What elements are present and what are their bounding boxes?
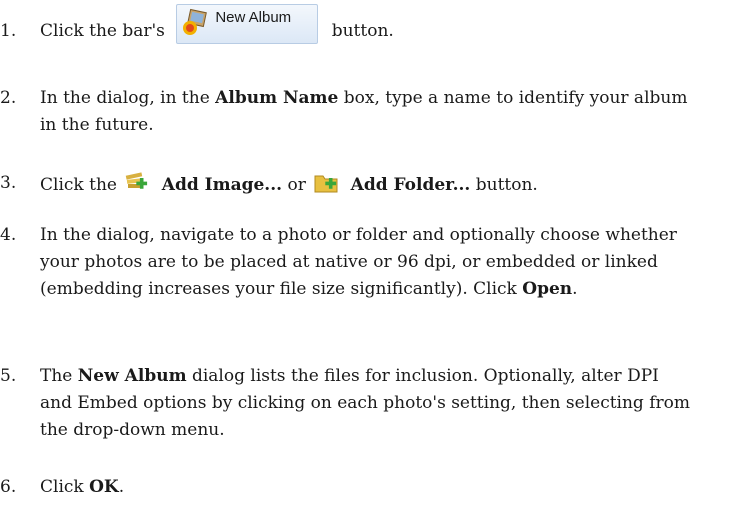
step-number: 6. bbox=[0, 477, 17, 497]
step-text: Click the Add Image... or Add Folder... … bbox=[40, 170, 695, 199]
step-text-bold-1: Add Image... bbox=[161, 175, 283, 195]
step-text-bold: Album Name bbox=[215, 88, 339, 108]
step-1: 1. Click the bar's New Album button. bbox=[0, 3, 729, 50]
step-text: The New Album dialog lists the files for… bbox=[40, 363, 695, 444]
add-image-icon bbox=[126, 172, 148, 189]
step-number: 3. bbox=[0, 173, 17, 193]
step-number: 4. bbox=[0, 225, 17, 245]
step-text-after: button. bbox=[331, 21, 394, 41]
step-text-bold: OK bbox=[89, 477, 119, 497]
step-text-before: Click bbox=[40, 477, 84, 497]
step-text-bold-2: Add Folder... bbox=[350, 175, 471, 195]
step-number: 1. bbox=[0, 21, 17, 41]
new-album-icon bbox=[183, 8, 208, 35]
step-text-mid: or bbox=[287, 175, 306, 195]
step-text-before: Click the bbox=[40, 175, 117, 195]
step-text-bold: Open bbox=[522, 279, 573, 299]
step-text-before: The bbox=[40, 366, 73, 386]
step-number: 5. bbox=[0, 366, 17, 386]
step-text-bold: New Album bbox=[77, 366, 187, 386]
step-text-after: button. bbox=[475, 175, 538, 195]
new-album-button-label: New Album bbox=[215, 8, 292, 26]
step-number: 2. bbox=[0, 88, 17, 108]
step-text: Click OK. bbox=[40, 474, 695, 501]
step-text: In the dialog, navigate to a photo or fo… bbox=[40, 222, 695, 303]
step-text-before: In the dialog, in the bbox=[40, 88, 210, 108]
add-folder-icon bbox=[314, 175, 338, 193]
new-album-button: New Album bbox=[176, 3, 319, 44]
step-text-after: . bbox=[118, 477, 125, 497]
step-text-before: Click the bar's bbox=[40, 21, 165, 41]
step-text: Click the bar's New Album button. bbox=[40, 3, 695, 45]
step-text-before: In the dialog, navigate to a photo or fo… bbox=[40, 225, 677, 299]
step-text-after: . bbox=[572, 279, 578, 299]
step-text: In the dialog, in the Album Name box, ty… bbox=[40, 85, 695, 139]
